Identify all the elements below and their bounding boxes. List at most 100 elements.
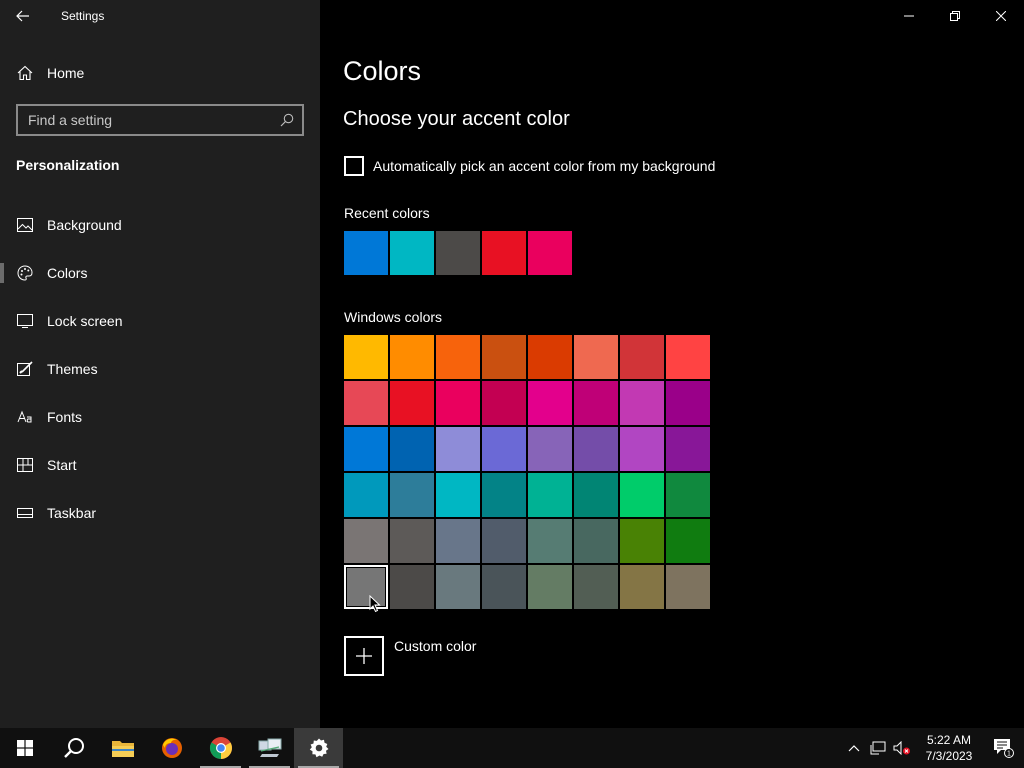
recent-color-swatch[interactable] — [482, 231, 526, 275]
windows-color-swatch[interactable] — [574, 335, 618, 379]
windows-color-swatch[interactable] — [574, 427, 618, 471]
windows-color-swatch[interactable] — [620, 381, 664, 425]
windows-color-swatch[interactable] — [436, 427, 480, 471]
windows-color-swatch[interactable] — [666, 335, 710, 379]
action-center-button[interactable]: 1 — [984, 738, 1024, 758]
plus-icon — [356, 648, 372, 664]
back-arrow-icon — [16, 10, 29, 22]
sidebar-item-colors[interactable]: Colors — [0, 249, 320, 297]
search-icon — [63, 738, 84, 758]
taskbar-firefox[interactable] — [147, 728, 196, 768]
windows-color-swatch[interactable] — [482, 473, 526, 517]
windows-color-swatch[interactable] — [344, 565, 388, 609]
windows-color-swatch[interactable] — [528, 473, 572, 517]
windows-color-swatch[interactable] — [344, 519, 388, 563]
windows-color-swatch[interactable] — [528, 519, 572, 563]
windows-color-swatch[interactable] — [482, 565, 526, 609]
windows-color-swatch[interactable] — [390, 381, 434, 425]
windows-color-swatch[interactable] — [436, 335, 480, 379]
windows-color-swatch[interactable] — [574, 519, 618, 563]
recent-color-swatch[interactable] — [390, 231, 434, 275]
windows-color-swatch[interactable] — [436, 473, 480, 517]
close-button[interactable] — [978, 0, 1024, 32]
search-box[interactable] — [16, 104, 304, 136]
sidebar-item-themes[interactable]: Themes — [0, 345, 320, 393]
search-icon[interactable] — [272, 113, 302, 127]
taskbar-settings[interactable] — [294, 728, 343, 768]
auto-accent-option[interactable]: Automatically pick an accent color from … — [344, 156, 715, 176]
windows-color-swatch[interactable] — [436, 381, 480, 425]
taskbar-chrome[interactable] — [196, 728, 245, 768]
recent-color-swatch[interactable] — [528, 231, 572, 275]
title-bar: Settings — [0, 0, 320, 32]
windows-color-swatch[interactable] — [390, 473, 434, 517]
sidebar-item-start[interactable]: Start — [0, 441, 320, 489]
windows-color-swatch[interactable] — [666, 565, 710, 609]
accent-subtitle: Choose your accent color — [343, 108, 570, 130]
windows-color-swatch[interactable] — [482, 427, 526, 471]
windows-color-swatch[interactable] — [620, 565, 664, 609]
windows-color-swatch[interactable] — [344, 335, 388, 379]
windows-color-swatch[interactable] — [620, 473, 664, 517]
windows-color-swatch[interactable] — [482, 519, 526, 563]
windows-color-swatch[interactable] — [574, 473, 618, 517]
sidebar-item-taskbar[interactable]: Taskbar — [0, 489, 320, 537]
show-hidden-icons-button[interactable] — [842, 728, 866, 768]
windows-color-swatch[interactable] — [666, 473, 710, 517]
windows-color-swatch[interactable] — [390, 335, 434, 379]
windows-color-swatch[interactable] — [620, 427, 664, 471]
windows-color-swatch[interactable] — [528, 427, 572, 471]
custom-color-label: Custom color — [394, 638, 477, 654]
restore-button[interactable] — [932, 0, 978, 32]
windows-color-swatch[interactable] — [436, 565, 480, 609]
windows-color-swatch[interactable] — [528, 565, 572, 609]
fonts-icon — [0, 410, 47, 424]
taskbar-file-explorer[interactable] — [98, 728, 147, 768]
start-button[interactable] — [0, 728, 49, 768]
system-tray: 5:22 AM 7/3/2023 1 — [842, 728, 1024, 768]
windows-color-swatch[interactable] — [620, 519, 664, 563]
windows-color-swatch[interactable] — [666, 519, 710, 563]
windows-colors-label: Windows colors — [344, 309, 443, 325]
sidebar-item-background[interactable]: Background — [0, 201, 320, 249]
search-input[interactable] — [18, 112, 272, 128]
windows-color-swatch[interactable] — [482, 335, 526, 379]
network-status-button[interactable] — [866, 728, 890, 768]
recent-color-swatch[interactable] — [344, 231, 388, 275]
windows-color-swatch[interactable] — [344, 381, 388, 425]
minimize-icon — [904, 15, 914, 17]
taskbar-network-app[interactable] — [245, 728, 294, 768]
sidebar-item-fonts[interactable]: Fonts — [0, 393, 320, 441]
home-link[interactable]: Home — [0, 57, 320, 89]
recent-colors-label: Recent colors — [344, 205, 430, 221]
network-icon — [870, 741, 886, 755]
windows-color-swatch[interactable] — [666, 427, 710, 471]
minimize-button[interactable] — [886, 0, 932, 32]
folder-icon — [111, 741, 134, 757]
volume-button[interactable] — [890, 728, 914, 768]
windows-color-swatch[interactable] — [574, 565, 618, 609]
windows-color-swatch[interactable] — [482, 381, 526, 425]
clock[interactable]: 5:22 AM 7/3/2023 — [914, 732, 984, 764]
back-button[interactable] — [0, 0, 46, 32]
auto-accent-checkbox[interactable] — [344, 156, 364, 176]
windows-color-swatch[interactable] — [436, 519, 480, 563]
windows-color-swatch[interactable] — [528, 335, 572, 379]
custom-color-button[interactable] — [344, 636, 384, 676]
auto-accent-label: Automatically pick an accent color from … — [373, 158, 716, 174]
windows-color-swatch[interactable] — [390, 519, 434, 563]
sidebar-item-lock-screen[interactable]: Lock screen — [0, 297, 320, 345]
sidebar: Settings Home Personalization Background… — [0, 0, 320, 728]
windows-color-swatch[interactable] — [344, 427, 388, 471]
windows-color-swatch[interactable] — [390, 427, 434, 471]
windows-color-swatch[interactable] — [574, 381, 618, 425]
custom-color-option[interactable]: Custom color — [344, 636, 476, 676]
windows-color-swatch[interactable] — [528, 381, 572, 425]
windows-color-swatch[interactable] — [344, 473, 388, 517]
home-icon — [0, 65, 47, 81]
windows-color-swatch[interactable] — [390, 565, 434, 609]
recent-color-swatch[interactable] — [436, 231, 480, 275]
windows-color-swatch[interactable] — [620, 335, 664, 379]
taskbar-search-button[interactable] — [49, 728, 98, 768]
windows-color-swatch[interactable] — [666, 381, 710, 425]
